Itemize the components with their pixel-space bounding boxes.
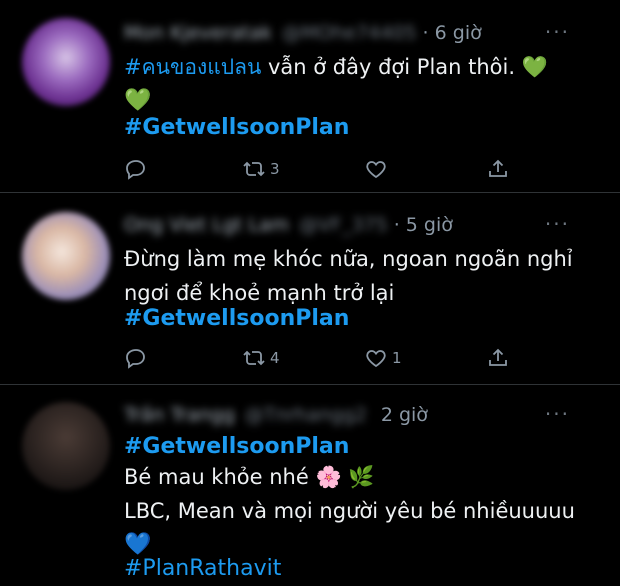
timestamp[interactable]: 2 giờ — [381, 404, 428, 426]
tweet-text-line: Bé mau khỏe nhé 🌸 🌿 — [124, 465, 375, 489]
timestamp[interactable]: · 6 giờ — [423, 22, 482, 44]
tweet-text: Đừng làm mẹ khóc nữa, ngoan ngoãn nghỉ n… — [124, 242, 594, 310]
tweet-text-line: Đừng làm mẹ khóc nữa, ngoan ngoãn nghỉ — [124, 247, 573, 271]
like-icon — [366, 350, 386, 368]
share-button[interactable] — [486, 157, 510, 181]
tweet-text-line: ngơi để khoẻ mạnh trở lại — [124, 281, 395, 305]
user-handle[interactable]: @MOhe74405 — [282, 22, 417, 44]
tweet-text-line: vẫn ở đây đợi Plan thôi. 💚 — [261, 55, 548, 79]
hashtag-link[interactable]: #GetwellsoonPlan — [124, 306, 349, 331]
tweet-feed: Mon Kjeveratak @MOhe74405 · 6 giờ ··· #คนข… — [0, 0, 620, 586]
avatar[interactable] — [22, 212, 110, 300]
tweet-text: Bé mau khỏe nhé 🌸 🌿 LBC, Mean và mọi ngư… — [124, 460, 594, 562]
share-button[interactable] — [486, 346, 510, 370]
share-icon — [489, 159, 507, 177]
like-button[interactable] — [364, 157, 392, 181]
hashtag-link[interactable]: #GetwellsoonPlan — [124, 434, 349, 459]
retweet-button[interactable]: 3 — [242, 157, 280, 181]
like-button[interactable]: 1 — [364, 346, 402, 370]
retweet-button[interactable]: 4 — [242, 346, 280, 370]
retweet-count: 4 — [270, 349, 280, 367]
more-icon[interactable]: ··· — [545, 212, 570, 236]
share-icon — [489, 348, 507, 366]
reply-button[interactable] — [124, 346, 152, 370]
tweet[interactable]: Mon Kjeveratak @MOhe74405 · 6 giờ ··· #คนข… — [0, 0, 620, 192]
hashtag-link[interactable]: #PlanRathavit — [124, 556, 281, 581]
tweet-actions: 3 — [124, 157, 524, 183]
display-name[interactable]: Ong Viet Lgt Lam — [124, 214, 289, 236]
hashtag-link[interactable]: #GetwellsoonPlan — [124, 115, 349, 140]
avatar[interactable] — [22, 18, 110, 106]
tweet-text-line: LBC, Mean và mọi người yêu bé nhiềuuuuu — [124, 499, 575, 523]
like-count: 1 — [392, 349, 402, 367]
reply-icon — [126, 160, 145, 180]
tweet-header: Mon Kjeveratak @MOhe74405 · 6 giờ — [124, 22, 482, 44]
like-icon — [366, 161, 386, 179]
retweet-icon — [243, 161, 265, 177]
retweet-icon — [243, 350, 265, 366]
reply-button[interactable] — [124, 157, 152, 181]
display-name[interactable]: Trần Trangg — [124, 404, 235, 426]
tweet-actions: 4 1 — [124, 346, 524, 372]
tweet-header: Trần Trangg @Tnrhangg2 2 giờ — [124, 404, 428, 426]
timestamp[interactable]: · 5 giờ — [394, 214, 453, 236]
tweet-header: Ong Viet Lgt Lam @VF_375 · 5 giờ — [124, 214, 453, 236]
green-heart-emoji: 💚 — [124, 88, 152, 113]
user-handle[interactable]: @VF_375 — [299, 214, 388, 236]
user-handle[interactable]: @Tnrhangg2 — [245, 404, 367, 426]
reply-icon — [126, 349, 145, 369]
more-icon[interactable]: ··· — [545, 20, 570, 44]
tweet[interactable]: Ong Viet Lgt Lam @VF_375 · 5 giờ ··· Đừng … — [0, 192, 620, 384]
hashtag-link[interactable]: #คนของแปลน — [124, 55, 261, 79]
tweet-text: #คนของแปลน vẫn ở đây đợi Plan thôi. 💚 💚 — [124, 50, 594, 118]
retweet-count: 3 — [270, 160, 280, 178]
tweet[interactable]: Trần Trangg @Tnrhangg2 2 giờ ··· #Getwells… — [0, 384, 620, 586]
display-name[interactable]: Mon Kjeveratak — [124, 22, 272, 44]
avatar[interactable] — [22, 402, 110, 490]
more-icon[interactable]: ··· — [545, 402, 570, 426]
